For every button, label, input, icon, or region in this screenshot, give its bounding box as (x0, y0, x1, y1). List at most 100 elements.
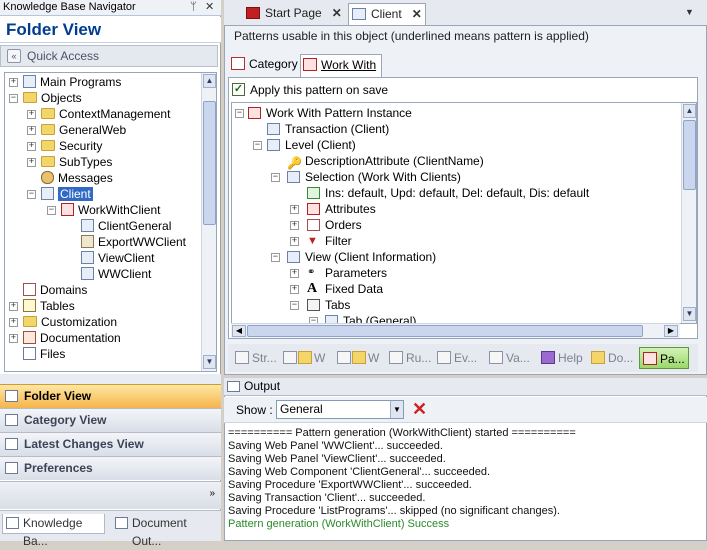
tree-item-wwclient[interactable]: WWClient (81, 266, 151, 282)
ptree-item[interactable]: Orders (307, 217, 362, 233)
web-form-icon (283, 351, 297, 364)
scroll-down-icon[interactable]: ▼ (203, 355, 216, 369)
collapse-icon[interactable]: − (9, 94, 18, 103)
panel-splitter[interactable] (0, 374, 221, 384)
ptree-item[interactable]: Tabs (307, 297, 350, 313)
tree-item-exportwwclient[interactable]: ExportWWClient (81, 234, 186, 250)
events-tab[interactable]: Ev... (434, 347, 477, 369)
tree-item-viewclient[interactable]: ViewClient (81, 250, 154, 266)
web-form-tab[interactable]: W (280, 347, 325, 369)
expand-icon[interactable]: + (27, 142, 36, 151)
scroll-thumb[interactable] (683, 120, 696, 190)
scroll-left-icon[interactable]: ◀ (232, 325, 246, 337)
nav-preferences[interactable]: Preferences (0, 456, 221, 480)
expand-icon[interactable]: + (290, 221, 299, 230)
tree-item-security[interactable]: Security (41, 138, 102, 154)
tab-knowledge-base[interactable]: Knowledge Ba... (2, 514, 105, 548)
web-layout-tab[interactable]: W (334, 347, 379, 369)
expand-icon[interactable]: + (27, 126, 36, 135)
expand-icon[interactable]: + (290, 205, 299, 214)
tree-item-generalweb[interactable]: GeneralWeb (41, 122, 126, 138)
scroll-thumb[interactable] (247, 325, 643, 337)
ptree-item[interactable]: Selection (Work With Clients) (287, 169, 461, 185)
collapse-icon[interactable]: − (271, 173, 280, 182)
tree-item-client[interactable]: Client (41, 186, 93, 202)
tree-item-tables[interactable]: Tables (23, 298, 75, 314)
tree-item-domains[interactable]: Domains (23, 282, 87, 298)
ptree-item[interactable]: A Fixed Data (307, 281, 383, 297)
tab-category[interactable]: Category (229, 54, 299, 76)
scroll-up-icon[interactable]: ▲ (203, 74, 216, 88)
tree-item-objects[interactable]: Objects (23, 90, 82, 106)
patterns-tab[interactable]: Pa... (639, 347, 689, 369)
ptree-item[interactable]: View (Client Information) (287, 249, 436, 265)
collapse-icon[interactable]: − (47, 206, 56, 215)
variables-tab[interactable]: Va... (486, 347, 530, 369)
tree-item-clientgeneral[interactable]: ClientGeneral (81, 218, 171, 234)
tab-work-with[interactable]: Work With (300, 54, 382, 77)
scroll-up-icon[interactable]: ▲ (683, 104, 696, 118)
tree-item-documentation[interactable]: Documentation (23, 330, 121, 346)
documentation-tab[interactable]: Do... (588, 347, 633, 369)
ptree-item[interactable]: Work With Pattern Instance (248, 105, 412, 121)
close-icon[interactable]: ✕ (205, 0, 214, 15)
close-tab-icon[interactable]: ✕ (332, 6, 342, 20)
chevron-down-icon[interactable]: » (209, 488, 215, 499)
nav-category-view[interactable]: Category View (0, 408, 221, 432)
tab-document-outline[interactable]: Document Out... (112, 514, 218, 548)
rules-tab[interactable]: Ru... (386, 347, 431, 369)
show-select[interactable]: General ▼ (276, 400, 404, 419)
tree-item-contextmanagement[interactable]: ContextManagement (41, 106, 170, 122)
expand-icon[interactable]: + (290, 237, 299, 246)
collapse-icon[interactable]: − (290, 301, 299, 310)
expand-icon[interactable]: + (9, 318, 18, 327)
chevron-down-icon[interactable]: ▼ (685, 7, 694, 17)
collapse-icon[interactable]: − (27, 190, 36, 199)
structure-tab[interactable]: Str... (232, 347, 277, 369)
collapse-icon[interactable]: − (271, 253, 280, 262)
ptree-item[interactable]: ⚭ Parameters (307, 265, 387, 281)
pattern-tree-hscrollbar[interactable]: ◀ ▶ (231, 323, 680, 338)
clear-output-button[interactable]: ✕ (412, 399, 427, 419)
collapse-icon[interactable]: − (235, 109, 244, 118)
tree-item-workwithclient[interactable]: WorkWithClient (61, 202, 160, 218)
chevron-collapse-icon[interactable]: « (7, 49, 21, 63)
scroll-right-icon[interactable]: ▶ (664, 325, 678, 337)
expand-icon[interactable]: + (290, 269, 299, 278)
help-tab[interactable]: Help (538, 347, 583, 369)
scroll-down-icon[interactable]: ▼ (683, 307, 696, 321)
tree-item-subtypes[interactable]: SubTypes (41, 154, 112, 170)
expand-icon[interactable]: + (9, 302, 18, 311)
tab-start-page[interactable]: Start Page ✕ (243, 3, 345, 25)
ptree-item[interactable]: Level (Client) (267, 137, 356, 153)
tab-client[interactable]: Client ✕ (348, 3, 426, 25)
ptree-item[interactable]: Ins: default, Upd: default, Del: default… (307, 185, 589, 201)
ptree-item[interactable]: ▼ Filter (307, 233, 352, 249)
tree-item-messages[interactable]: Messages (41, 170, 113, 186)
messages-icon (41, 171, 54, 185)
tree-item-main-programs[interactable]: Main Programs (23, 74, 121, 90)
collapse-icon[interactable]: − (253, 141, 262, 150)
ptree-item[interactable]: 🔑 DescriptionAttribute (ClientName) (287, 153, 484, 170)
expand-icon[interactable]: + (9, 334, 18, 343)
tree-item-customization[interactable]: Customization (23, 314, 117, 330)
scroll-thumb[interactable] (203, 101, 216, 225)
chevron-down-icon[interactable]: ▼ (390, 401, 403, 418)
ptree-item[interactable]: Transaction (Client) (267, 121, 389, 137)
apply-on-save-checkbox[interactable]: ✓ Apply this pattern on save (232, 82, 388, 98)
ptree-item[interactable]: Attributes (307, 201, 376, 217)
expand-icon[interactable]: + (27, 158, 36, 167)
checkmark-icon[interactable]: ✓ (232, 83, 245, 96)
nav-folder-view[interactable]: Folder View (0, 384, 221, 408)
expand-icon[interactable]: + (290, 285, 299, 294)
pin-icon[interactable]: ᛘ (190, 0, 197, 15)
pattern-tree-scrollbar[interactable]: ▲ ▼ (681, 103, 696, 323)
tree-item-files[interactable]: Files (23, 346, 65, 362)
quick-access-bar[interactable]: « Quick Access (0, 45, 218, 67)
expand-icon[interactable]: + (9, 78, 18, 87)
show-label: Show : (236, 403, 273, 417)
nav-latest-changes-view[interactable]: Latest Changes View (0, 432, 221, 456)
tree-scrollbar[interactable]: ▲ ▼ (201, 73, 216, 371)
expand-icon[interactable]: + (27, 110, 36, 119)
close-tab-icon[interactable]: ✕ (412, 7, 422, 21)
